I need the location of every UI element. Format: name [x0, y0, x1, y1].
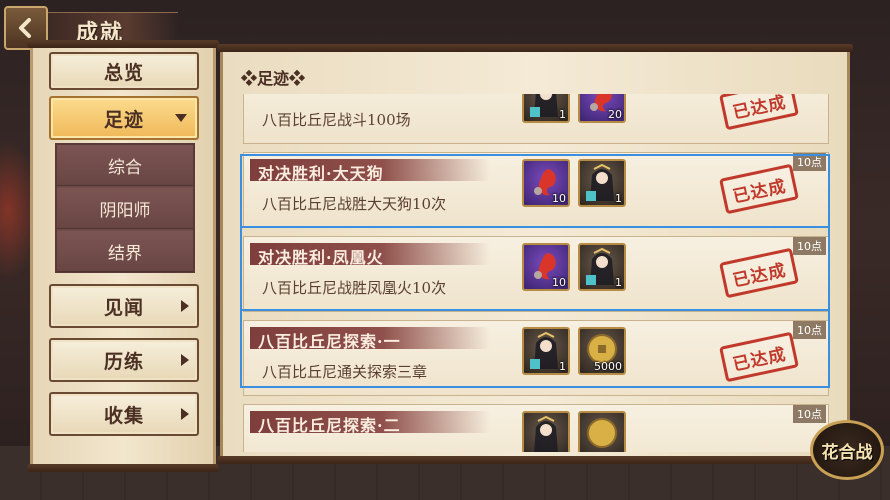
achievement-title: 八百比丘尼探索·二 [258, 416, 401, 435]
back-arrow-icon [19, 18, 31, 38]
reward-qty: 20 [608, 108, 622, 121]
status-stamp: 已达成 [719, 247, 799, 299]
reward-slot[interactable]: 1 [578, 243, 626, 291]
bikuni-shikigami-card-icon [534, 415, 558, 452]
points-badge: 10点 [793, 153, 826, 171]
nav-overview-label: 总览 [103, 61, 144, 84]
chevron-down-icon [175, 114, 187, 122]
status-stamp: 已达成 [719, 331, 799, 383]
nav-footprints-label: 足迹 [103, 108, 144, 131]
reward-qty: 5000 [594, 360, 622, 373]
reward-qty: 10 [552, 276, 566, 289]
footprints-subgroup: 综合 阴阳师 结界 [55, 143, 195, 273]
nav-lilian-label: 历练 [103, 350, 144, 373]
hanaawase-button[interactable]: 花合战 [810, 420, 884, 480]
achievement-card[interactable]: 八百比丘尼探索·一 八百比丘尼通关探索三章 1 5000 10点 已达成 [243, 320, 829, 396]
subnav-barrier[interactable]: 结界 [57, 231, 193, 272]
reward-qty: 1 [559, 360, 566, 373]
subnav-general-label: 综合 [108, 157, 142, 178]
subnav-general[interactable]: 综合 [57, 145, 193, 186]
nav-shouji[interactable]: 收集 [49, 392, 199, 436]
reward-slot[interactable] [522, 411, 570, 452]
reward-qty: 1 [615, 276, 622, 289]
achievement-desc: 八百比丘尼战斗100场 [262, 111, 411, 129]
reward-slot[interactable]: 1 [522, 94, 570, 123]
achievement-list[interactable]: 八百比丘尼战斗100场 1 20 已达成 对决胜利·大天狗 八百比丘尼战胜大天狗… [239, 94, 839, 452]
reward-slot[interactable]: 5000 [578, 327, 626, 375]
achievement-title: 对决胜利·大天狗 [258, 164, 384, 183]
nav-lilian[interactable]: 历练 [49, 338, 199, 382]
nav-footprints[interactable]: 足迹 [49, 96, 199, 140]
gold-coin-icon [587, 418, 617, 448]
subnav-barrier-label: 结界 [108, 243, 142, 264]
achievement-panel: ❖足迹❖ 八百比丘尼战斗100场 1 20 已达成 对决胜利·大天狗 八百比丘尼… [217, 44, 853, 464]
reward-slot[interactable]: 10 [522, 159, 570, 207]
reward-slot[interactable]: 20 [578, 94, 626, 123]
reward-slot[interactable]: 1 [578, 159, 626, 207]
achievement-card[interactable]: 八百比丘尼探索·二 10点 [243, 404, 829, 452]
achievement-title: 八百比丘尼探索·一 [258, 332, 401, 351]
chevron-right-icon [181, 300, 189, 312]
achievement-card[interactable]: 对决胜利·凤凰火 八百比丘尼战胜凤凰火10次 10 1 10点 已达成 [243, 236, 829, 312]
selection-divider [240, 226, 830, 228]
subnav-onmyoji-label: 阴阳师 [99, 200, 151, 221]
hanaawase-label: 花合战 [821, 442, 873, 463]
points-badge: 10点 [793, 237, 826, 255]
achievement-desc: 八百比丘尼战胜凤凰火10次 [262, 279, 447, 297]
achievement-card[interactable]: 八百比丘尼战斗100场 1 20 已达成 [243, 94, 829, 144]
chevron-right-icon [181, 354, 189, 366]
achievement-title: 对决胜利·凤凰火 [258, 248, 384, 267]
reward-slot[interactable] [578, 411, 626, 452]
selection-divider [240, 309, 830, 311]
nav-shouji-label: 收集 [103, 404, 144, 427]
subnav-onmyoji[interactable]: 阴阳师 [57, 188, 193, 229]
status-stamp: 已达成 [719, 94, 799, 131]
status-stamp: 已达成 [719, 163, 799, 215]
reward-qty: 10 [552, 192, 566, 205]
section-title: ❖足迹❖ [241, 69, 306, 88]
nav-jianwen-label: 见闻 [103, 296, 144, 319]
sidebar: 总览 足迹 综合 阴阳师 结界 见闻 历练 收集 [27, 40, 219, 472]
points-badge: 10点 [793, 321, 826, 339]
nav-overview[interactable]: 总览 [49, 52, 199, 90]
reward-slot[interactable]: 1 [522, 327, 570, 375]
nav-jianwen[interactable]: 见闻 [49, 284, 199, 328]
achievement-card[interactable]: 对决胜利·大天狗 八百比丘尼战胜大天狗10次 10 1 10点 已达成 [243, 152, 829, 228]
chevron-right-icon [181, 408, 189, 420]
reward-qty: 1 [615, 192, 622, 205]
achievement-desc: 八百比丘尼战胜大天狗10次 [262, 195, 447, 213]
reward-qty: 1 [559, 108, 566, 121]
achievement-desc: 八百比丘尼通关探索三章 [262, 363, 428, 381]
points-badge: 10点 [793, 405, 826, 423]
reward-slot[interactable]: 10 [522, 243, 570, 291]
